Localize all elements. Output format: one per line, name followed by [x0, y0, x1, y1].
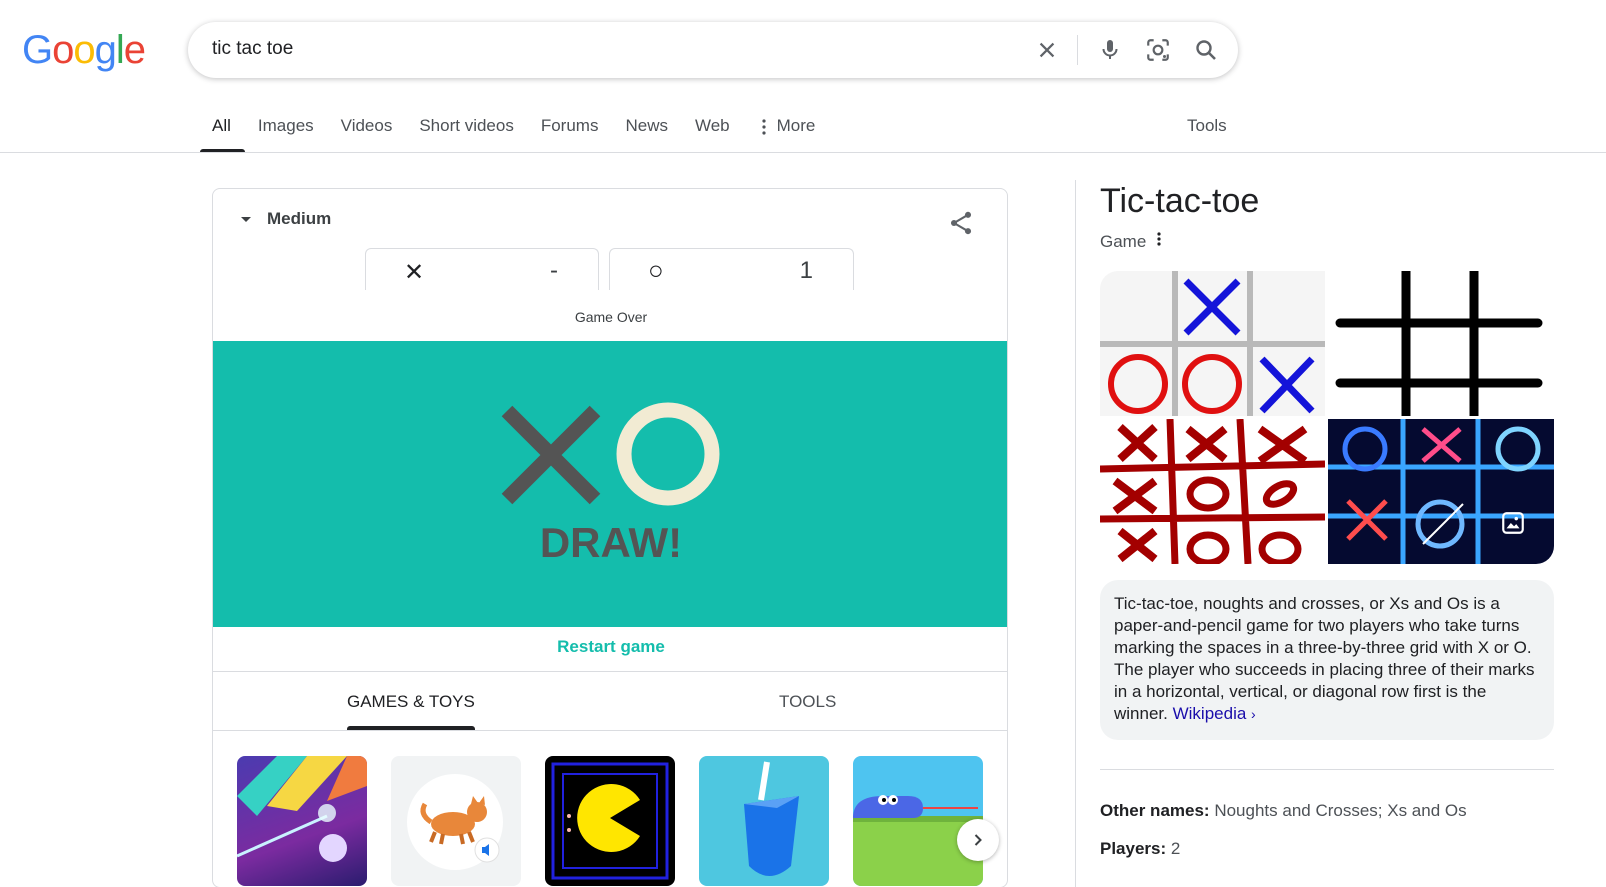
thumb-snake[interactable]: [853, 756, 983, 886]
pac-man-art: [551, 762, 669, 880]
card-divider: [213, 671, 1007, 672]
tab-videos[interactable]: Videos: [341, 104, 393, 152]
thumb-spinner[interactable]: [699, 756, 829, 886]
score-x: ✕ -: [365, 248, 599, 290]
color-bounce-art: [237, 756, 367, 862]
caret-down-icon: [241, 216, 251, 222]
game-status: Game Over: [574, 309, 648, 325]
kp-image-4[interactable]: [1328, 419, 1554, 564]
kp-subtitle: Game: [1100, 231, 1147, 251]
wikipedia-link-label: Wikipedia: [1172, 704, 1247, 723]
score-o-value: 1: [799, 257, 813, 284]
logo-letter-o2: o: [73, 28, 95, 72]
logo-letter-g2: g: [94, 28, 117, 72]
search-input[interactable]: tic tac toe: [212, 38, 293, 60]
tictactoe-image-1: [1100, 271, 1325, 416]
search-box[interactable]: tic tac toe: [188, 22, 1238, 78]
kp-image-3[interactable]: [1100, 419, 1325, 564]
search-icon[interactable]: [1190, 34, 1222, 66]
kp-image-grid: [1100, 271, 1554, 564]
logo-letter-g: G: [22, 28, 53, 72]
microphone-icon[interactable]: [1094, 34, 1126, 66]
kp-fact-label: Players:: [1100, 839, 1167, 858]
search-tabs: All Images Videos Short videos Forums Ne…: [200, 104, 842, 152]
o-mark-icon: ○: [648, 255, 664, 285]
difficulty-dropdown[interactable]: Medium: [241, 209, 331, 229]
kp-fact-players: Players: 2: [1100, 839, 1180, 859]
header-divider: [0, 152, 1606, 153]
lens-icon[interactable]: [1142, 34, 1174, 66]
close-icon[interactable]: [1031, 34, 1063, 66]
tab-news[interactable]: News: [625, 104, 668, 152]
tab-more[interactable]: More: [757, 104, 816, 152]
kp-subtitle-row: Game: [1100, 231, 1162, 252]
thumb-cat-sound[interactable]: [391, 756, 521, 886]
games-carousel: [237, 756, 1007, 886]
kp-fact-value: 2: [1170, 839, 1181, 858]
xo-graphic: [501, 402, 720, 506]
carousel-next-button[interactable]: [957, 819, 999, 861]
tab-forums[interactable]: Forums: [541, 104, 599, 152]
cat-art: [407, 774, 503, 870]
x-mark-icon: ✕: [404, 259, 425, 286]
kp-image-2[interactable]: [1328, 271, 1554, 416]
restart-game-button[interactable]: Restart game: [213, 637, 1007, 657]
tools-button[interactable]: Tools: [1187, 116, 1227, 136]
tab-all[interactable]: All: [200, 104, 245, 152]
tictactoe-handdrawn-image: [1100, 419, 1325, 564]
subtab-divider: [213, 730, 1007, 731]
logo-letter-l: l: [115, 28, 125, 72]
tab-more-label: More: [776, 116, 816, 135]
search-divider: [1077, 35, 1078, 65]
tic-tac-toe-card: Medium ✕ - ○ 1 Game Over DRAW! Restart g…: [212, 188, 1008, 887]
logo-letter-e: e: [123, 28, 146, 72]
spinner-art: [744, 761, 799, 876]
big-x-icon: [501, 405, 601, 505]
tictactoe-neon-image: [1328, 419, 1554, 564]
chevron-right-icon: [974, 834, 982, 846]
kp-fact-label: Other names:: [1100, 801, 1210, 820]
more-vert-icon: [762, 119, 766, 135]
tab-games-toys[interactable]: GAMES & TOYS: [347, 692, 475, 730]
tab-web[interactable]: Web: [695, 104, 730, 152]
snake-art: [853, 795, 983, 886]
chevron-right-icon: ›: [1251, 706, 1256, 722]
search-icons: [1015, 34, 1222, 66]
tab-tools[interactable]: TOOLS: [779, 692, 836, 712]
score-o: ○ 1: [609, 248, 854, 290]
google-logo[interactable]: Google: [22, 28, 146, 72]
share-icon[interactable]: [947, 209, 975, 237]
kp-facts-divider: [1100, 769, 1554, 770]
tab-images[interactable]: Images: [258, 104, 314, 152]
tictactoe-grid-image: [1335, 271, 1543, 416]
tab-short-videos[interactable]: Short videos: [419, 104, 514, 152]
difficulty-label: Medium: [267, 209, 332, 228]
image-gallery-icon[interactable]: [1500, 510, 1526, 536]
logo-letter-o1: o: [52, 28, 74, 72]
draw-result: DRAW!: [539, 519, 683, 566]
kp-description: Tic-tac-toe, noughts and crosses, or Xs …: [1100, 580, 1554, 740]
kp-image-1[interactable]: [1100, 271, 1325, 416]
knowledge-panel-divider: [1075, 180, 1076, 887]
big-o-icon: [616, 402, 720, 506]
thumb-color-bounce[interactable]: [237, 756, 367, 886]
kp-fact-other-names: Other names: Noughts and Crosses; Xs and…: [1100, 801, 1467, 821]
score-x-value: -: [550, 257, 558, 284]
more-options-icon[interactable]: [1156, 231, 1162, 252]
kp-fact-value: Noughts and Crosses; Xs and Os: [1214, 801, 1467, 820]
thumb-pac-man[interactable]: [545, 756, 675, 886]
kp-title: Tic-tac-toe: [1100, 182, 1260, 220]
wikipedia-link[interactable]: Wikipedia ›: [1173, 704, 1256, 723]
game-board[interactable]: DRAW!: [213, 341, 1007, 627]
